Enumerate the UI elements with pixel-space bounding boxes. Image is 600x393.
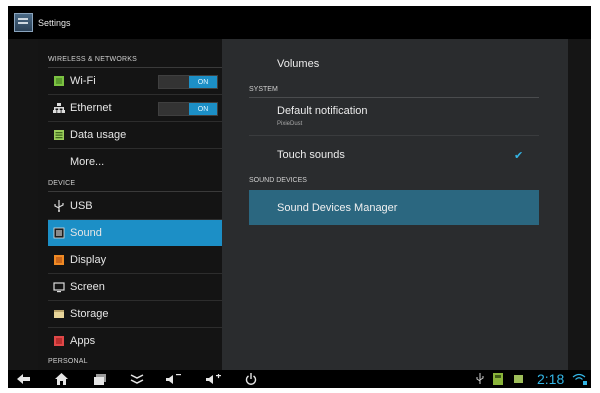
sidebar-item-label: Screen [70, 281, 105, 293]
ethernet-icon [53, 103, 65, 113]
sound-devices-manager-label: Sound Devices Manager [277, 201, 398, 214]
default-notification-value: PixieDust [277, 121, 303, 127]
title-bar: Settings [8, 6, 591, 39]
settings-app-icon [14, 13, 33, 32]
sidebar-item-usb[interactable]: USB [48, 193, 222, 219]
sidebar-item-label: Storage [70, 308, 109, 320]
power-icon[interactable] [243, 370, 259, 388]
sidebar-item-label: USB [70, 200, 93, 212]
status-clock: 2:18 [537, 371, 565, 387]
usb-icon [54, 200, 64, 212]
battery-icon [512, 370, 524, 388]
sound-settings-panel: Volumes SYSTEM Default notification Pixi… [222, 39, 568, 370]
volume-up-icon[interactable] [204, 370, 224, 388]
sidebar-item-data-usage[interactable]: Data usage [48, 122, 222, 148]
touch-sounds-item[interactable]: Touch sounds [277, 149, 345, 161]
settings-categories-list: WIRELESS & NETWORKS Wi-Fi ON Ethernet ON… [48, 46, 223, 369]
section-header-personal: PERSONAL [48, 358, 88, 365]
sound-icon [53, 227, 65, 239]
sound-devices-manager-item[interactable]: Sound Devices Manager [249, 190, 539, 225]
section-divider [48, 191, 222, 192]
sidebar-item-sound[interactable]: Sound [48, 220, 222, 246]
sidebar-item-storage[interactable]: Storage [48, 301, 222, 327]
wifi-icon [54, 76, 64, 86]
sidebar-item-label: Ethernet [70, 102, 112, 114]
toggle-on-label: ON [189, 103, 217, 115]
sidebar-item-apps[interactable]: Apps [48, 328, 222, 354]
recent-apps-icon[interactable] [91, 370, 109, 388]
right-margin [568, 39, 591, 370]
sidebar-item-wifi[interactable]: Wi-Fi ON [48, 68, 222, 94]
sidebar-item-ethernet[interactable]: Ethernet ON [48, 95, 222, 121]
sidebar-item-display[interactable]: Display [48, 247, 222, 273]
volumes-item[interactable]: Volumes [277, 58, 319, 70]
default-notification-item[interactable]: Default notification [277, 105, 368, 117]
display-icon [54, 255, 64, 265]
settings-screen: Settings WIRELESS & NETWORKS Wi-Fi ON Et… [8, 6, 591, 388]
sidebar-item-screen[interactable]: Screen [48, 274, 222, 300]
toggle-on-label: ON [189, 76, 217, 88]
section-header-device: DEVICE [48, 180, 76, 187]
section-header-system: SYSTEM [249, 86, 278, 93]
sd-card-icon [492, 370, 504, 388]
left-margin [8, 39, 38, 370]
sidebar-item-label: Display [70, 254, 107, 266]
apps-icon [54, 336, 64, 346]
sidebar-item-label: Wi-Fi [70, 75, 96, 87]
sidebar-item-label: Sound [70, 227, 102, 239]
menu-collapse-icon[interactable] [128, 370, 146, 388]
section-divider [249, 97, 539, 98]
home-icon[interactable] [52, 370, 70, 388]
screen-icon [53, 282, 65, 293]
usb-status-icon [474, 370, 486, 388]
app-title: Settings [38, 17, 71, 28]
system-bar: 2:18 [8, 370, 591, 388]
wifi-toggle[interactable]: ON [158, 75, 218, 89]
sidebar-item-label: Apps [70, 335, 96, 347]
section-header-wireless: WIRELESS & NETWORKS [48, 56, 137, 63]
ethernet-toggle[interactable]: ON [158, 102, 218, 116]
touch-sounds-checkbox[interactable]: ✔ [514, 149, 523, 162]
back-icon[interactable] [14, 370, 32, 388]
section-header-sound-devices: SOUND DEVICES [249, 177, 307, 184]
data-usage-icon [54, 130, 64, 140]
storage-icon [54, 310, 64, 318]
sidebar-item-label: Data usage [70, 129, 127, 141]
volume-down-icon[interactable] [164, 370, 184, 388]
divider [249, 135, 539, 136]
wifi-signal-icon [571, 370, 589, 388]
sidebar-item-label: More... [70, 156, 105, 168]
sidebar-item-more[interactable]: More... [48, 149, 222, 175]
